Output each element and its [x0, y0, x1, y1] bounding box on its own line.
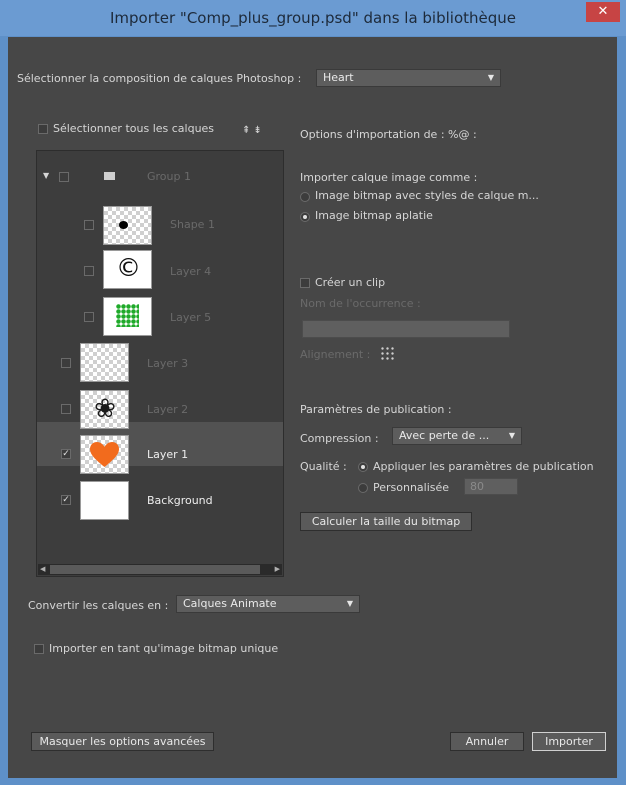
convert-dropdown[interactable]: Calques Animate ▼	[176, 595, 360, 613]
convert-label: Convertir les calques en :	[28, 599, 169, 612]
green-grid-icon	[116, 304, 139, 327]
create-clip-checkbox[interactable]	[300, 278, 310, 288]
checkmark-icon: ✓	[62, 495, 70, 505]
horizontal-scrollbar[interactable]: ◀ ▶	[38, 564, 282, 575]
layer-checkbox[interactable]	[84, 312, 94, 322]
layer-thumbnail: ©	[103, 250, 152, 289]
chevron-down-icon: ▼	[508, 431, 515, 440]
import-button[interactable]: Importer	[532, 732, 606, 751]
hide-advanced-options-label: Masquer les options avancées	[39, 735, 206, 748]
chevron-down-icon: ▼	[346, 599, 353, 608]
heart-icon	[90, 442, 119, 467]
publish-title: Paramètres de publication :	[300, 403, 452, 416]
layer-thumbnail	[103, 206, 152, 245]
layer-name: Layer 5	[170, 311, 212, 324]
select-all-checkbox[interactable]	[38, 124, 48, 134]
layer-name: Layer 4	[170, 265, 212, 278]
compression-label: Compression :	[300, 432, 379, 445]
layer-checkbox[interactable]	[61, 358, 71, 368]
close-icon: ✕	[597, 4, 609, 19]
import-as-label: Importer calque image comme :	[300, 171, 478, 184]
collapse-all-icon[interactable]: ⇞⇟	[242, 125, 265, 136]
layer-checkbox-checked[interactable]: ✓	[61, 449, 71, 459]
import-label: Importer	[545, 735, 593, 748]
composition-dropdown[interactable]: Heart ▼	[316, 69, 501, 87]
layer-name: Layer 1	[147, 448, 189, 461]
radio-quality-custom[interactable]	[358, 483, 368, 493]
custom-quality-input[interactable]: 80	[464, 478, 518, 495]
layer-thumbnail	[80, 481, 129, 520]
instance-name-label: Nom de l'occurrence :	[300, 297, 421, 310]
create-clip-label: Créer un clip	[315, 276, 386, 289]
layer-checkbox[interactable]	[61, 404, 71, 414]
title-bar[interactable]: Importer "Comp_plus_group.psd" dans la b…	[0, 0, 626, 36]
layer-checkbox-checked[interactable]: ✓	[61, 495, 71, 505]
layer-name: Shape 1	[170, 218, 215, 231]
options-title: Options d'importation de : %@ :	[300, 128, 477, 141]
cancel-button[interactable]: Annuler	[450, 732, 524, 751]
layer-thumbnail	[80, 343, 129, 382]
calculate-bitmap-size-label: Calculer la taille du bitmap	[311, 515, 461, 528]
expand-triangle-icon[interactable]: ▼	[43, 171, 49, 180]
paw-print-icon: ❀	[94, 394, 116, 424]
chevron-down-icon: ▼	[487, 73, 494, 82]
layer-name: Layer 2	[147, 403, 189, 416]
radio-bitmap-styles-label: Image bitmap avec styles de calque m...	[315, 189, 539, 202]
select-all-label: Sélectionner tous les calques	[53, 122, 215, 135]
radio-quality-publish[interactable]	[358, 462, 368, 472]
checkmark-icon: ✓	[62, 449, 70, 459]
layer-name: Group 1	[147, 170, 191, 183]
compression-value: Avec perte de ...	[399, 429, 490, 442]
radio-bitmap-styles[interactable]	[300, 192, 310, 202]
instance-name-input[interactable]	[302, 320, 510, 338]
quality-label: Qualité :	[300, 460, 347, 473]
layer-checkbox[interactable]	[84, 220, 94, 230]
radio-bitmap-flat-label: Image bitmap aplatie	[315, 209, 433, 222]
convert-value: Calques Animate	[183, 597, 277, 610]
scroll-right-icon[interactable]: ▶	[275, 564, 280, 575]
composition-label: Sélectionner la composition de calques P…	[17, 72, 302, 85]
window-title: Importer "Comp_plus_group.psd" dans la b…	[109, 9, 517, 27]
alignment-label: Alignement :	[300, 348, 371, 361]
copyright-icon: ©	[116, 253, 141, 282]
folder-icon	[104, 172, 115, 180]
radio-bitmap-flat[interactable]	[300, 212, 310, 222]
layer-thumbnail: ❀	[80, 390, 129, 429]
dialog-body: Sélectionner la composition de calques P…	[8, 37, 617, 778]
single-bitmap-label: Importer en tant qu'image bitmap unique	[49, 642, 279, 655]
composition-value: Heart	[323, 71, 354, 84]
layer-thumbnail	[80, 435, 129, 474]
scrollbar-thumb[interactable]	[50, 565, 260, 574]
radio-quality-custom-label: Personnalisée	[373, 481, 450, 494]
alignment-grid-icon[interactable]	[380, 346, 394, 360]
close-button[interactable]: ✕	[586, 2, 620, 22]
cancel-label: Annuler	[465, 735, 509, 748]
compression-dropdown[interactable]: Avec perte de ... ▼	[392, 427, 522, 445]
layer-name: Background	[147, 494, 213, 507]
scroll-left-icon[interactable]: ◀	[40, 564, 45, 575]
single-bitmap-checkbox[interactable]	[34, 644, 44, 654]
black-dot-icon	[119, 221, 128, 229]
custom-quality-value: 80	[470, 480, 484, 493]
layer-checkbox[interactable]	[59, 172, 69, 182]
layer-checkbox[interactable]	[84, 266, 94, 276]
layer-thumbnail	[103, 297, 152, 336]
layer-name: Layer 3	[147, 357, 189, 370]
hide-advanced-options-button[interactable]: Masquer les options avancées	[31, 732, 214, 751]
radio-quality-publish-label: Appliquer les paramètres de publication	[373, 460, 594, 473]
calculate-bitmap-size-button[interactable]: Calculer la taille du bitmap	[300, 512, 472, 531]
layers-panel: ▼ Group 1 Shape 1 © Layer 4 Layer 5 Laye…	[36, 150, 284, 577]
dialog-window: Importer "Comp_plus_group.psd" dans la b…	[0, 0, 626, 785]
